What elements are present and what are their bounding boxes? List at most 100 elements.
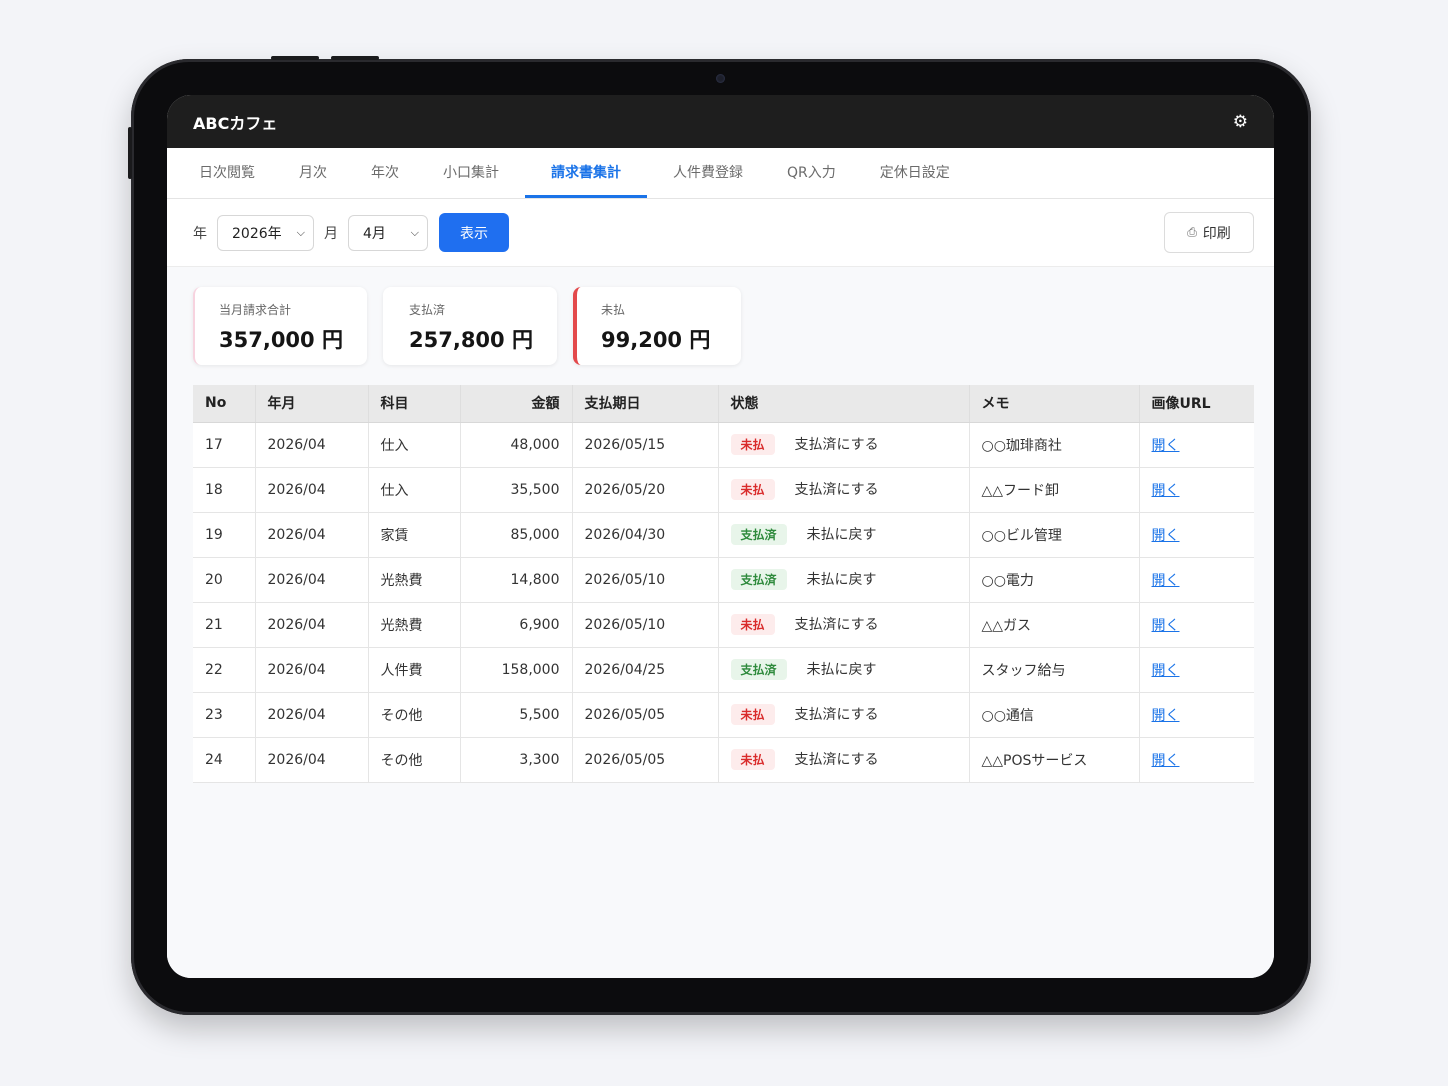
status-toggle-button[interactable]: 未払に戻す bbox=[799, 660, 885, 680]
cell-amount: 6,900 bbox=[460, 602, 573, 648]
cell-memo: △△フード卸 bbox=[969, 467, 1140, 513]
year-label: 年 bbox=[193, 225, 207, 242]
cell-amount: 85,000 bbox=[460, 512, 573, 558]
tablet-frame: ABCカフェ ⚙ 日次閲覧 月次 年次 小口集計 請求書集計 人件費登録 QR入… bbox=[128, 56, 1311, 1015]
status-badge: 支払済 bbox=[730, 569, 787, 590]
total-card: 当月請求合計 357,000 円 bbox=[193, 287, 367, 365]
cell-memo: ○○電力 bbox=[969, 557, 1140, 603]
cell-no: 18 bbox=[193, 467, 256, 513]
cell-subject: その他 bbox=[368, 737, 461, 783]
open-image-link[interactable]: 開く bbox=[1152, 753, 1180, 769]
cell-amount: 5,500 bbox=[460, 692, 573, 738]
tab-holiday-settings[interactable]: 定休日設定 bbox=[862, 148, 968, 198]
status-toggle-button[interactable]: 支払済にする bbox=[787, 480, 887, 500]
column-header: 科目 bbox=[368, 385, 461, 423]
status-badge: 支払済 bbox=[730, 659, 787, 680]
summary-cards: 当月請求合計 357,000 円 支払済 257,800 円 未払 99,200… bbox=[193, 287, 1254, 365]
unpaid-card: 未払 99,200 円 bbox=[573, 287, 741, 365]
cell-year-month: 2026/04 bbox=[255, 692, 369, 738]
open-image-link[interactable]: 開く bbox=[1152, 528, 1180, 544]
tab-daily-view[interactable]: 日次閲覧 bbox=[181, 148, 273, 198]
tab-qr-input[interactable]: QR入力 bbox=[769, 148, 854, 198]
open-image-link[interactable]: 開く bbox=[1152, 663, 1180, 679]
cell-status: 未払 支払済にする bbox=[718, 737, 970, 783]
print-button[interactable]: ⎙ 印刷 bbox=[1164, 212, 1254, 253]
open-image-link[interactable]: 開く bbox=[1152, 483, 1180, 499]
status-badge: 未払 bbox=[730, 479, 775, 500]
table-row: 19 2026/04 家賃 85,000 2026/04/30 支払済 未払に戻す ○○ビル管… bbox=[193, 512, 1254, 558]
status-badge: 未払 bbox=[730, 749, 775, 770]
unpaid-label: 未払 bbox=[601, 303, 626, 317]
table-row: 17 2026/04 仕入 48,000 2026/05/15 未払 支払済にする ○○珈琲商… bbox=[193, 422, 1254, 468]
paid-card: 支払済 257,800 円 bbox=[383, 287, 557, 365]
cell-no: 21 bbox=[193, 602, 256, 648]
cell-image-url: 開く bbox=[1139, 467, 1254, 513]
status-toggle-button[interactable]: 支払済にする bbox=[787, 705, 887, 725]
cell-no: 17 bbox=[193, 422, 256, 468]
power-button bbox=[128, 127, 132, 179]
cell-image-url: 開く bbox=[1139, 602, 1254, 648]
cell-year-month: 2026/04 bbox=[255, 647, 369, 693]
cell-image-url: 開く bbox=[1139, 737, 1254, 783]
cell-memo: △△ガス bbox=[969, 602, 1140, 648]
cell-subject: 仕入 bbox=[368, 422, 461, 468]
app-header: ABCカフェ ⚙ bbox=[167, 95, 1274, 148]
tab-monthly[interactable]: 月次 bbox=[281, 148, 345, 198]
cell-year-month: 2026/04 bbox=[255, 422, 369, 468]
column-header: 金額 bbox=[460, 385, 573, 423]
cell-year-month: 2026/04 bbox=[255, 467, 369, 513]
open-image-link[interactable]: 開く bbox=[1152, 573, 1180, 589]
table-row: 18 2026/04 仕入 35,500 2026/05/20 未払 支払済にする △△フード… bbox=[193, 467, 1254, 513]
cell-due-date: 2026/05/10 bbox=[572, 602, 719, 648]
month-label: 月 bbox=[324, 225, 338, 242]
column-header: 画像URL bbox=[1139, 385, 1254, 423]
main-content: 当月請求合計 357,000 円 支払済 257,800 円 未払 99,200… bbox=[167, 267, 1274, 978]
cell-status: 支払済 未払に戻す bbox=[718, 557, 970, 603]
cell-no: 20 bbox=[193, 557, 256, 603]
cell-status: 未払 支払済にする bbox=[718, 467, 970, 513]
cell-year-month: 2026/04 bbox=[255, 512, 369, 558]
month-select[interactable]: 4月 ⌵ bbox=[348, 214, 428, 251]
cell-amount: 3,300 bbox=[460, 737, 573, 783]
open-image-link[interactable]: 開く bbox=[1152, 708, 1180, 724]
column-header: メモ bbox=[969, 385, 1140, 423]
tab-petty-cash[interactable]: 小口集計 bbox=[425, 148, 517, 198]
open-image-link[interactable]: 開く bbox=[1152, 618, 1180, 634]
gear-icon[interactable]: ⚙ bbox=[1233, 112, 1248, 132]
cell-due-date: 2026/05/15 bbox=[572, 422, 719, 468]
cell-due-date: 2026/05/20 bbox=[572, 467, 719, 513]
screen: ABCカフェ ⚙ 日次閲覧 月次 年次 小口集計 請求書集計 人件費登録 QR入… bbox=[167, 95, 1274, 978]
cell-amount: 14,800 bbox=[460, 557, 573, 603]
status-toggle-button[interactable]: 未払に戻す bbox=[799, 525, 885, 545]
invoice-table: No 年月 科目 金額 支払期日 状態 メモ 画像URL 17 2026/04 仕入… bbox=[193, 385, 1254, 783]
cell-no: 22 bbox=[193, 647, 256, 693]
status-badge: 支払済 bbox=[730, 524, 787, 545]
table-row: 21 2026/04 光熱費 6,900 2026/05/10 未払 支払済にする △△ガス開… bbox=[193, 602, 1254, 648]
status-toggle-button[interactable]: 支払済にする bbox=[787, 750, 887, 770]
year-select[interactable]: 2026年 ⌵ bbox=[217, 214, 314, 251]
app-title: ABCカフェ bbox=[193, 113, 278, 133]
column-header: 年月 bbox=[255, 385, 369, 423]
cell-amount: 158,000 bbox=[460, 647, 573, 693]
camera-icon bbox=[716, 74, 725, 83]
cell-due-date: 2026/05/05 bbox=[572, 737, 719, 783]
volume-button bbox=[271, 56, 319, 60]
tab-yearly[interactable]: 年次 bbox=[353, 148, 417, 198]
cell-due-date: 2026/05/05 bbox=[572, 692, 719, 738]
cell-amount: 35,500 bbox=[460, 467, 573, 513]
cell-memo: △△POSサービス bbox=[969, 737, 1140, 783]
show-button[interactable]: 表示 bbox=[439, 213, 509, 252]
tab-invoice-summary[interactable]: 請求書集計 bbox=[525, 148, 647, 198]
cell-image-url: 開く bbox=[1139, 647, 1254, 693]
table-header-row: No 年月 科目 金額 支払期日 状態 メモ 画像URL bbox=[193, 385, 1254, 423]
status-toggle-button[interactable]: 支払済にする bbox=[787, 435, 887, 455]
cell-memo: ○○珈琲商社 bbox=[969, 422, 1140, 468]
cell-memo: ○○通信 bbox=[969, 692, 1140, 738]
status-badge: 未払 bbox=[730, 434, 775, 455]
column-header: 支払期日 bbox=[572, 385, 719, 423]
open-image-link[interactable]: 開く bbox=[1152, 438, 1180, 454]
status-toggle-button[interactable]: 未払に戻す bbox=[799, 570, 885, 590]
status-toggle-button[interactable]: 支払済にする bbox=[787, 615, 887, 635]
table-row: 24 2026/04 その他 3,300 2026/05/05 未払 支払済にする △△POS… bbox=[193, 737, 1254, 783]
tab-labor-cost[interactable]: 人件費登録 bbox=[655, 148, 761, 198]
